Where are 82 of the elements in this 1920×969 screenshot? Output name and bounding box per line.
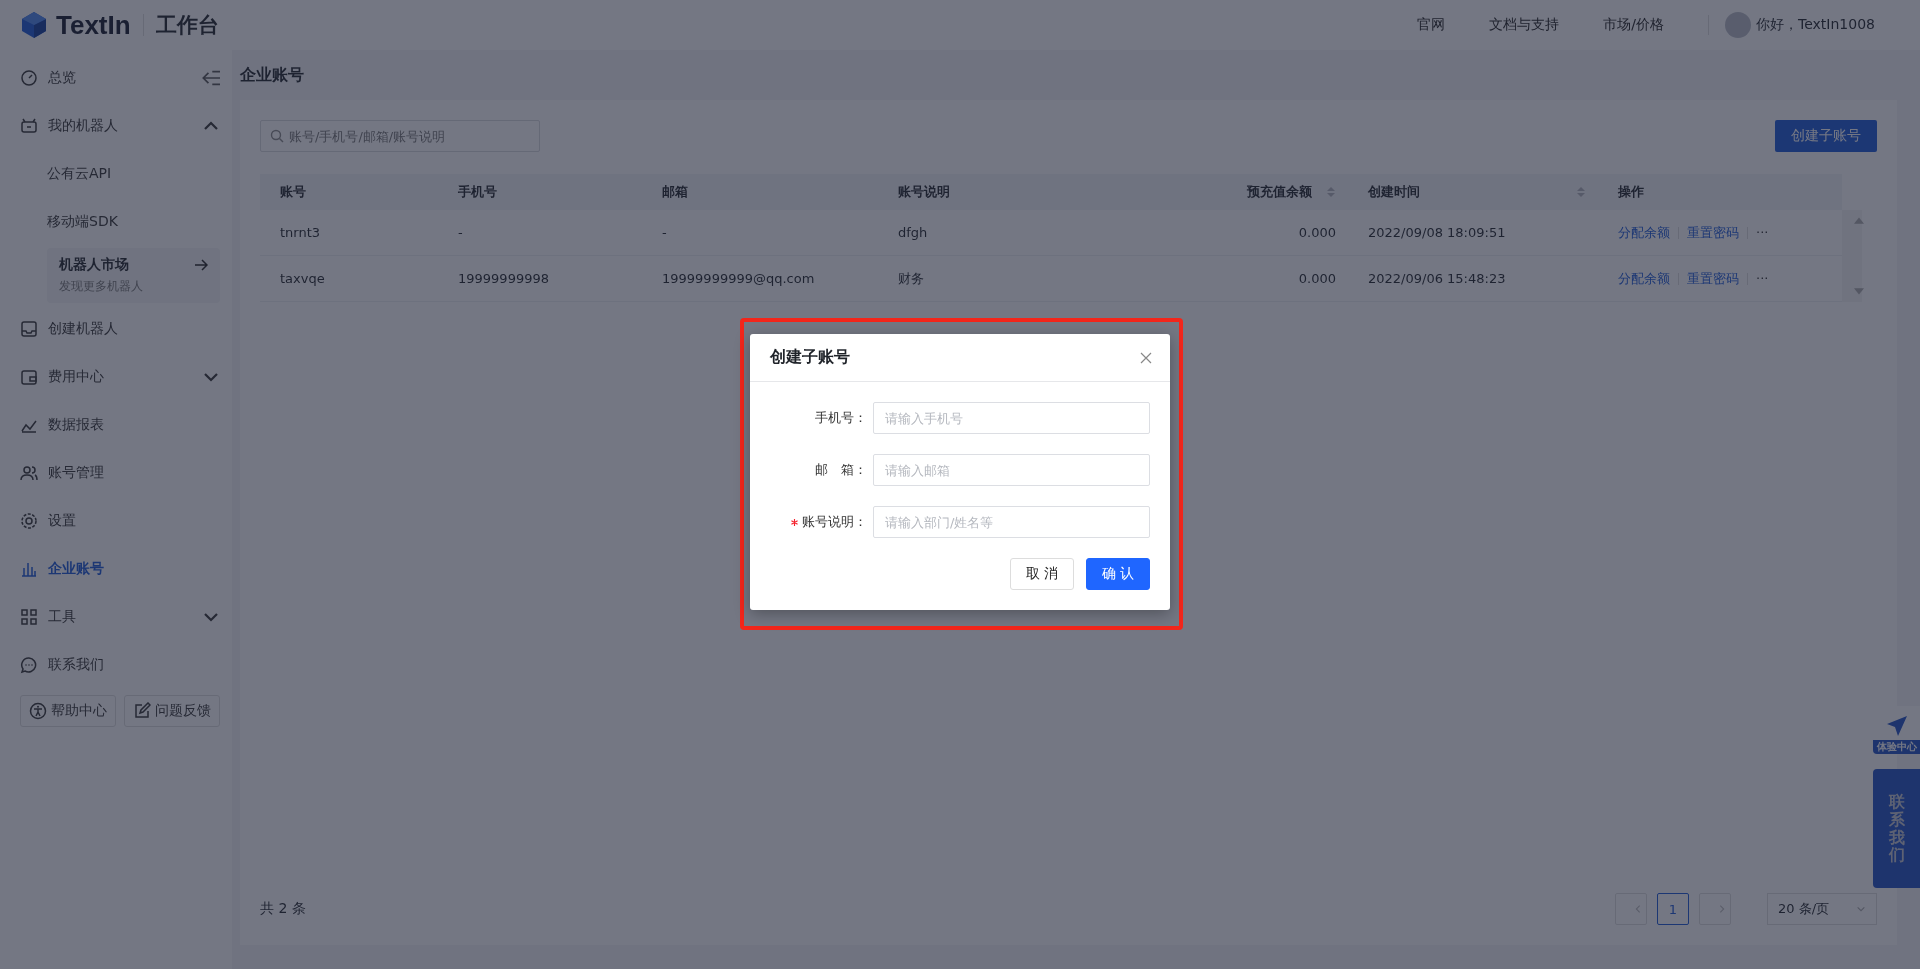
dialog-title: 创建子账号 xyxy=(770,347,850,368)
table-cell: 2022/09/06 15:48:23 xyxy=(1348,256,1598,302)
column-header[interactable]: 预充值余额 xyxy=(1208,174,1348,210)
create-subaccount-button[interactable]: 创建子账号 xyxy=(1775,120,1877,152)
action-link[interactable]: 重置密码 xyxy=(1687,269,1739,288)
sort-icon xyxy=(1576,186,1586,198)
inbox-icon xyxy=(20,320,38,338)
help-button[interactable]: 帮助中心 xyxy=(20,695,116,727)
sidebar-item[interactable]: 数据报表 xyxy=(20,401,220,449)
app-title: 工作台 xyxy=(155,12,219,39)
sidebar-item[interactable]: 费用中心 xyxy=(20,353,220,401)
table-cell: taxvqe xyxy=(260,256,438,302)
cube-logo-icon xyxy=(20,11,48,39)
sort-icon xyxy=(1326,186,1336,198)
edit-icon xyxy=(133,702,151,720)
cancel-button[interactable]: 取 消 xyxy=(1010,558,1074,590)
feedback-button[interactable]: 问题反馈 xyxy=(124,695,220,727)
table-cell: 19999999999@qq.com xyxy=(642,256,878,302)
column-header[interactable]: 创建时间 xyxy=(1348,174,1598,210)
paper-plane-icon xyxy=(1885,715,1908,737)
collapse-icon xyxy=(202,69,220,87)
column-header: 账号 xyxy=(260,174,438,210)
table-cell: 0.000 xyxy=(1208,210,1348,256)
sidebar-item[interactable]: 联系我们 xyxy=(20,641,220,689)
input-field[interactable]: 请输入部门/姓名等 xyxy=(873,506,1150,538)
nav-link[interactable]: 官网 xyxy=(1417,16,1446,34)
logo-text: TextIn xyxy=(56,9,131,41)
table-cell: 2022/09/08 18:09:51 xyxy=(1348,210,1598,256)
column-header: 账号说明 xyxy=(878,174,1208,210)
page-button[interactable]: 1 xyxy=(1657,893,1689,925)
field-label: 手机号： xyxy=(815,409,867,427)
column-header: 邮箱 xyxy=(642,174,878,210)
field-label: 账号说明： xyxy=(802,513,867,531)
sidebar-item[interactable]: 账号管理 xyxy=(20,449,220,497)
page-size-select[interactable]: 20 条/页 xyxy=(1767,893,1877,925)
sidebar-item[interactable]: 工具 xyxy=(20,593,220,641)
sidebar-item[interactable]: 设置 xyxy=(20,497,220,545)
table-cell: - xyxy=(642,210,878,256)
total-count: 共 2 条 xyxy=(260,900,307,918)
avatar[interactable] xyxy=(1725,12,1752,38)
accessibility-icon xyxy=(29,702,47,720)
contact-us-tab[interactable]: 联系我们 xyxy=(1873,769,1920,888)
arrow-right-icon xyxy=(194,258,208,272)
sidebar-item[interactable]: 我的机器人 xyxy=(20,102,220,150)
user-greeting[interactable]: 你好，TextIn1008 xyxy=(1756,16,1875,34)
confirm-button[interactable]: 确 认 xyxy=(1086,558,1150,590)
more-link[interactable]: ··· xyxy=(1756,225,1769,240)
nav-link[interactable]: 市场/价格 xyxy=(1603,16,1665,34)
sidebar-item[interactable]: 移动端SDK xyxy=(20,198,220,246)
nav-link[interactable]: 文档与支持 xyxy=(1489,16,1560,34)
bar-chart-icon xyxy=(20,560,38,578)
page-title: 企业账号 xyxy=(240,63,305,86)
dashboard-icon xyxy=(20,69,38,87)
action-link[interactable]: 重置密码 xyxy=(1687,223,1739,242)
chat-icon xyxy=(20,656,38,674)
input-field[interactable]: 请输入手机号 xyxy=(873,402,1150,434)
table-cell: 19999999998 xyxy=(438,256,642,302)
input-field[interactable]: 请输入邮箱 xyxy=(873,454,1150,486)
market-title: 机器人市场 xyxy=(59,256,129,274)
more-link[interactable]: ··· xyxy=(1756,271,1769,286)
close-icon[interactable] xyxy=(1140,351,1152,364)
table-cell: dfgh xyxy=(878,210,1208,256)
users-icon xyxy=(20,464,38,482)
scrollbar[interactable] xyxy=(1842,210,1862,302)
sidebar-item[interactable]: 公有云API xyxy=(20,150,220,198)
table-cell: tnrnt3 xyxy=(260,210,438,256)
sidebar-item[interactable]: 创建机器人 xyxy=(20,305,220,353)
sidebar-item[interactable]: 总览 xyxy=(20,54,220,102)
table-cell: 0.000 xyxy=(1208,256,1348,302)
table-cell: - xyxy=(438,210,642,256)
field-label: 邮 箱： xyxy=(815,461,867,479)
action-link[interactable]: 分配余额 xyxy=(1618,269,1670,288)
robot-icon xyxy=(20,117,38,135)
experience-center-button[interactable]: 体验中心 xyxy=(1873,706,1920,754)
settings-icon xyxy=(20,512,38,530)
column-header: 操作 xyxy=(1598,174,1842,210)
action-link[interactable]: 分配余额 xyxy=(1618,223,1670,242)
wallet-icon xyxy=(20,368,38,386)
sidebar-item[interactable]: 企业账号 xyxy=(20,545,220,593)
grid-icon xyxy=(20,608,38,626)
table-cell: 财务 xyxy=(878,256,1208,302)
column-header: 手机号 xyxy=(438,174,642,210)
